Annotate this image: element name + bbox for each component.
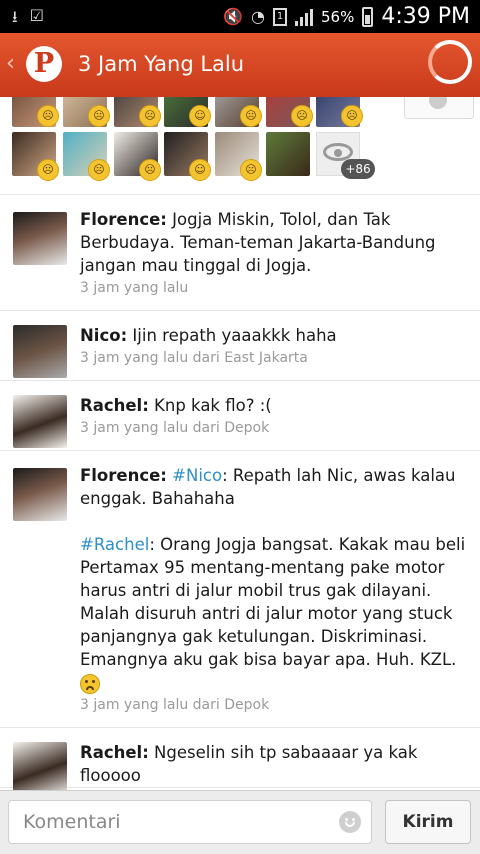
sad-emoji-icon: ☹ bbox=[88, 105, 110, 127]
sad-emoji-icon: ☹ bbox=[37, 159, 59, 181]
comment-composer: Komentari Kirim bbox=[0, 790, 480, 854]
comment-text: Nico: Ijin repath yaaakkk haha bbox=[80, 324, 466, 347]
comment-text: #Rachel: Orang Jogja bangsat. Kakak mau … bbox=[80, 533, 466, 694]
sad-emoji-icon: ☹ bbox=[139, 105, 161, 127]
comment-message: : Orang Jogja bangsat. Kakak mau beli Pe… bbox=[80, 535, 466, 669]
comment-author[interactable]: Rachel: bbox=[80, 743, 149, 762]
wifi-icon: ◔ bbox=[251, 7, 265, 26]
reaction-button[interactable] bbox=[404, 97, 474, 119]
sad-emoji-icon: ☹ bbox=[139, 159, 161, 181]
download-icon: ⭳ bbox=[12, 7, 18, 26]
comment-text: Rachel: Knp kak flo? :( bbox=[80, 394, 466, 417]
status-bar: ⭳ ☑ 🔇 ◔ 1 56% 4:39 PM bbox=[0, 0, 480, 33]
comment-feed[interactable]: ☹ ☹ ☹ ☺ ☹ ☹ ☹ ☹ ☹ ☹ ☺ ☹ +86 Florence: Jo… bbox=[0, 97, 480, 790]
comment-timestamp: 3 jam yang lalu dari Depok bbox=[80, 420, 270, 436]
comment-author[interactable]: Rachel: bbox=[80, 396, 149, 415]
action-bar: ‹ P 3 Jam Yang Lalu bbox=[0, 33, 480, 97]
comment-timestamp: 3 jam yang lalu dari East Jakarta bbox=[80, 350, 308, 366]
more-viewers-count: +86 bbox=[341, 159, 375, 179]
comment-message: Knp kak flo? :( bbox=[148, 396, 272, 415]
comment-input[interactable]: Komentari bbox=[8, 800, 372, 844]
mention-link[interactable]: #Nico bbox=[172, 466, 222, 485]
sad-emoji-icon: ☹ bbox=[37, 105, 59, 127]
comment-author[interactable]: Florence: bbox=[80, 466, 167, 485]
sim-icon: 1 bbox=[273, 7, 287, 26]
page-title: 3 Jam Yang Lalu bbox=[78, 52, 245, 76]
comment-item[interactable]: Florence: Jogja Miskin, Tolol, dan Tak B… bbox=[0, 195, 480, 311]
comment-item[interactable]: Florence: #Nico: Repath lah Nic, awas ka… bbox=[0, 451, 480, 728]
sad-emoji-icon: ☹ bbox=[341, 105, 363, 127]
mention-link[interactable]: #Rachel bbox=[80, 535, 149, 554]
loading-spinner-icon bbox=[428, 40, 472, 84]
avatar[interactable] bbox=[13, 325, 67, 378]
avatar[interactable] bbox=[13, 395, 67, 448]
comment-item[interactable]: Rachel: Ngeselin sih tp sabaaaar ya kak … bbox=[0, 728, 480, 790]
comment-timestamp: 3 jam yang lalu bbox=[80, 280, 189, 296]
battery-icon bbox=[362, 6, 374, 27]
happy-emoji-icon: ☺ bbox=[189, 105, 211, 127]
smile-icon bbox=[429, 97, 447, 109]
emoji-picker-icon[interactable] bbox=[339, 811, 361, 833]
comment-message: Ijin repath yaaakkk haha bbox=[127, 326, 337, 345]
clock: 4:39 PM bbox=[381, 4, 470, 29]
avatar[interactable] bbox=[13, 742, 67, 790]
comment-item[interactable]: Rachel: Knp kak flo? :( 3 jam yang lalu … bbox=[0, 381, 480, 451]
battery-percent: 56% bbox=[321, 7, 355, 26]
avatar[interactable] bbox=[13, 468, 67, 521]
viewer-avatar[interactable] bbox=[266, 132, 310, 176]
comment-input-placeholder: Komentari bbox=[23, 811, 121, 833]
comment-text: Florence: Jogja Miskin, Tolol, dan Tak B… bbox=[80, 208, 466, 277]
avatar[interactable] bbox=[13, 212, 67, 265]
comment-author[interactable]: Nico: bbox=[80, 326, 127, 345]
comment-item[interactable]: Nico: Ijin repath yaaakkk haha 3 jam yan… bbox=[0, 311, 480, 381]
happy-emoji-icon: ☺ bbox=[189, 159, 211, 181]
send-button[interactable]: Kirim bbox=[385, 800, 471, 844]
back-chevron-icon[interactable]: ‹ bbox=[6, 51, 15, 76]
app-logo[interactable]: P bbox=[26, 46, 62, 82]
sad-emoji-icon: ☹ bbox=[240, 105, 262, 127]
sad-emoji-icon: ☹ bbox=[88, 159, 110, 181]
comment-text: Florence: #Nico: Repath lah Nic, awas ka… bbox=[80, 464, 466, 510]
sad-emoji-icon: ☹ bbox=[240, 159, 262, 181]
mute-icon: 🔇 bbox=[223, 7, 244, 26]
viewer-avatars: ☹ ☹ ☹ ☺ ☹ ☹ ☹ ☹ ☹ ☹ ☺ ☹ +86 bbox=[0, 97, 480, 195]
sad-emoji-icon bbox=[80, 673, 100, 694]
clipboard-check-icon: ☑ bbox=[29, 6, 44, 25]
sad-emoji-icon: ☹ bbox=[291, 105, 313, 127]
comment-timestamp: 3 jam yang lalu dari Depok bbox=[80, 697, 270, 713]
comment-author[interactable]: Florence: bbox=[80, 210, 167, 229]
signal-icon bbox=[295, 8, 313, 26]
comment-text: Rachel: Ngeselin sih tp sabaaaar ya kak … bbox=[80, 741, 466, 787]
